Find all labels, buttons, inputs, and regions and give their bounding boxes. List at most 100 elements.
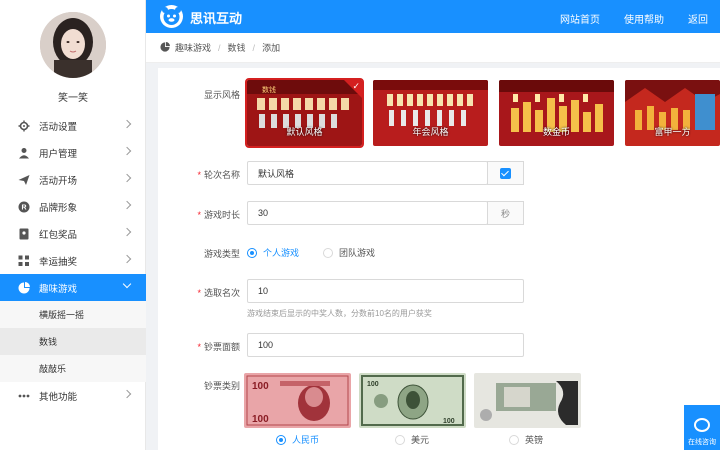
- style-label: 显示风格: [203, 90, 240, 100]
- breadcrumb-separator: /: [218, 42, 221, 53]
- banknote-gbp[interactable]: [474, 373, 581, 428]
- style-caption: 默认风格: [286, 127, 323, 137]
- sidebar-item-label: 活动开场: [39, 175, 78, 187]
- sidebar-item-red-packet[interactable]: 红包奖品: [0, 220, 146, 247]
- sidebar-menu: 活动设置 用户管理 活动开场 R 品牌形象 红包奖品 幸运抽奖 趣味游戏 横版摇…: [0, 112, 146, 409]
- chevron-right-icon: [122, 254, 132, 264]
- round-name-checkbox-addon[interactable]: [487, 161, 524, 185]
- check-icon: ✓: [352, 81, 360, 91]
- nav-help-link[interactable]: 使用帮助: [624, 11, 664, 26]
- rank-hint: 游戏结束后显示的中奖人数，分数前10名的用户获奖: [247, 309, 432, 318]
- top-bar: 思讯互动 网站首页 使用帮助 返回: [146, 0, 720, 33]
- sidebar-subitem-label: 数钱: [39, 337, 58, 347]
- sidebar: 笑一笑 活动设置 用户管理 活动开场 R 品牌形象 红包奖品 幸运抽奖 趣味游戏…: [0, 0, 146, 450]
- sidebar-item-brand-image[interactable]: R 品牌形象: [0, 193, 146, 220]
- nav-home-link[interactable]: 网站首页: [560, 11, 600, 26]
- duration-label: * 游戏时长: [197, 210, 240, 220]
- type-label: 游戏类型: [203, 249, 240, 259]
- round-label: * 轮次名称: [197, 170, 240, 180]
- sidebar-item-label: 活动设置: [39, 121, 78, 133]
- style-caption: 数金币: [542, 127, 570, 137]
- chevron-right-icon: [122, 389, 132, 399]
- gear-icon: [18, 120, 30, 132]
- denom-input[interactable]: 100: [247, 333, 524, 357]
- registered-icon: R: [18, 201, 30, 213]
- radio-currency-rmb[interactable]: 人民币: [276, 433, 319, 446]
- more-icon: [18, 390, 30, 402]
- radio-dot: [509, 434, 519, 445]
- game-icon: [160, 41, 170, 54]
- user-icon: [18, 147, 30, 159]
- sidebar-item-lucky-draw[interactable]: 幸运抽奖: [0, 247, 146, 274]
- redpacket-icon: [18, 228, 30, 240]
- sidebar-item-other-functions[interactable]: 其他功能: [0, 382, 146, 409]
- username: 笑一笑: [58, 93, 88, 104]
- banknote-usd[interactable]: 100 100: [359, 373, 466, 428]
- svg-text:100: 100: [252, 381, 269, 392]
- form-panel: 显示风格 数钱 ✓ 默认风格 年会风格 数金币 富甲一方 * 轮次名称 默认风格…: [158, 68, 720, 450]
- sidebar-subitem-count-money[interactable]: 数钱: [0, 328, 146, 355]
- sidebar-item-label: 其他功能: [39, 391, 78, 403]
- radio-label: 人民币: [292, 435, 320, 445]
- style-card-coins[interactable]: 数金币: [499, 80, 614, 146]
- sidebar-item-user-management[interactable]: 用户管理: [0, 139, 146, 166]
- rank-input[interactable]: 10: [247, 279, 524, 303]
- style-card-rich[interactable]: 富甲一方: [625, 80, 720, 146]
- radio-dot: [323, 247, 333, 258]
- breadcrumb-item: 添加: [262, 43, 281, 53]
- sidebar-subitem-label: 敲敲乐: [39, 364, 67, 374]
- sidebar-item-label: 品牌形象: [39, 202, 78, 214]
- radio-dot: [247, 247, 257, 258]
- nav-back-link[interactable]: 返回: [688, 11, 708, 26]
- style-caption: 年会风格: [412, 127, 449, 137]
- svg-text:数钱: 数钱: [262, 85, 276, 94]
- svg-text:R: R: [21, 204, 26, 211]
- duration-unit: 秒: [487, 201, 524, 225]
- breadcrumb-item[interactable]: 趣味游戏: [175, 41, 211, 54]
- radio-currency-gbp[interactable]: 英镑: [509, 433, 543, 446]
- radio-team-game[interactable]: 团队游戏: [323, 246, 375, 259]
- chevron-down-icon: [122, 279, 132, 289]
- currency-label: 钞票类别: [203, 381, 240, 391]
- avatar[interactable]: [40, 12, 106, 78]
- sidebar-item-fun-games[interactable]: 趣味游戏: [0, 274, 146, 301]
- chevron-right-icon: [122, 200, 132, 210]
- style-caption: 富甲一方: [654, 127, 691, 137]
- sidebar-item-label: 趣味游戏: [39, 283, 78, 295]
- radio-personal-game[interactable]: 个人游戏: [247, 246, 299, 259]
- radio-dot: [395, 434, 405, 445]
- radio-currency-usd[interactable]: 美元: [395, 433, 429, 446]
- style-card-annual[interactable]: 年会风格: [373, 80, 488, 146]
- radio-label: 美元: [411, 435, 430, 445]
- sidebar-item-activity-settings[interactable]: 活动设置: [0, 112, 146, 139]
- banknote-rmb[interactable]: 100 100: [244, 373, 351, 428]
- sidebar-item-activity-start[interactable]: 活动开场: [0, 166, 146, 193]
- duration-input[interactable]: 30: [247, 201, 488, 225]
- chevron-right-icon: [122, 227, 132, 237]
- svg-text:100: 100: [252, 414, 269, 425]
- radio-dot: [276, 434, 286, 445]
- breadcrumb-item[interactable]: 数钱: [228, 41, 246, 54]
- send-icon: [18, 174, 30, 186]
- sidebar-subitem-label: 横版摇一摇: [39, 310, 85, 320]
- game-icon: [18, 281, 30, 294]
- checkbox[interactable]: [500, 167, 511, 179]
- radio-label: 英镑: [525, 435, 544, 445]
- sidebar-subitem-knock[interactable]: 敲敲乐: [0, 355, 146, 382]
- grid-icon: [18, 255, 30, 267]
- sidebar-subitem-shake[interactable]: 横版摇一摇: [0, 301, 146, 328]
- chat-label: 在线咨询: [688, 439, 716, 446]
- denom-label: * 钞票面额: [197, 342, 240, 352]
- chevron-right-icon: [122, 146, 132, 156]
- radio-label: 团队游戏: [339, 248, 376, 258]
- logo-icon: [160, 5, 183, 28]
- svg-text:100: 100: [367, 381, 379, 388]
- brand-name: 思讯互动: [190, 11, 243, 26]
- chevron-right-icon: [122, 173, 132, 183]
- online-chat-button[interactable]: 在线咨询: [684, 405, 720, 450]
- chevron-right-icon: [122, 119, 132, 129]
- chat-icon: [694, 418, 710, 432]
- sidebar-item-label: 幸运抽奖: [39, 256, 78, 268]
- round-name-input[interactable]: 默认风格: [247, 161, 488, 185]
- style-card-default[interactable]: 数钱 ✓ 默认风格: [245, 78, 364, 148]
